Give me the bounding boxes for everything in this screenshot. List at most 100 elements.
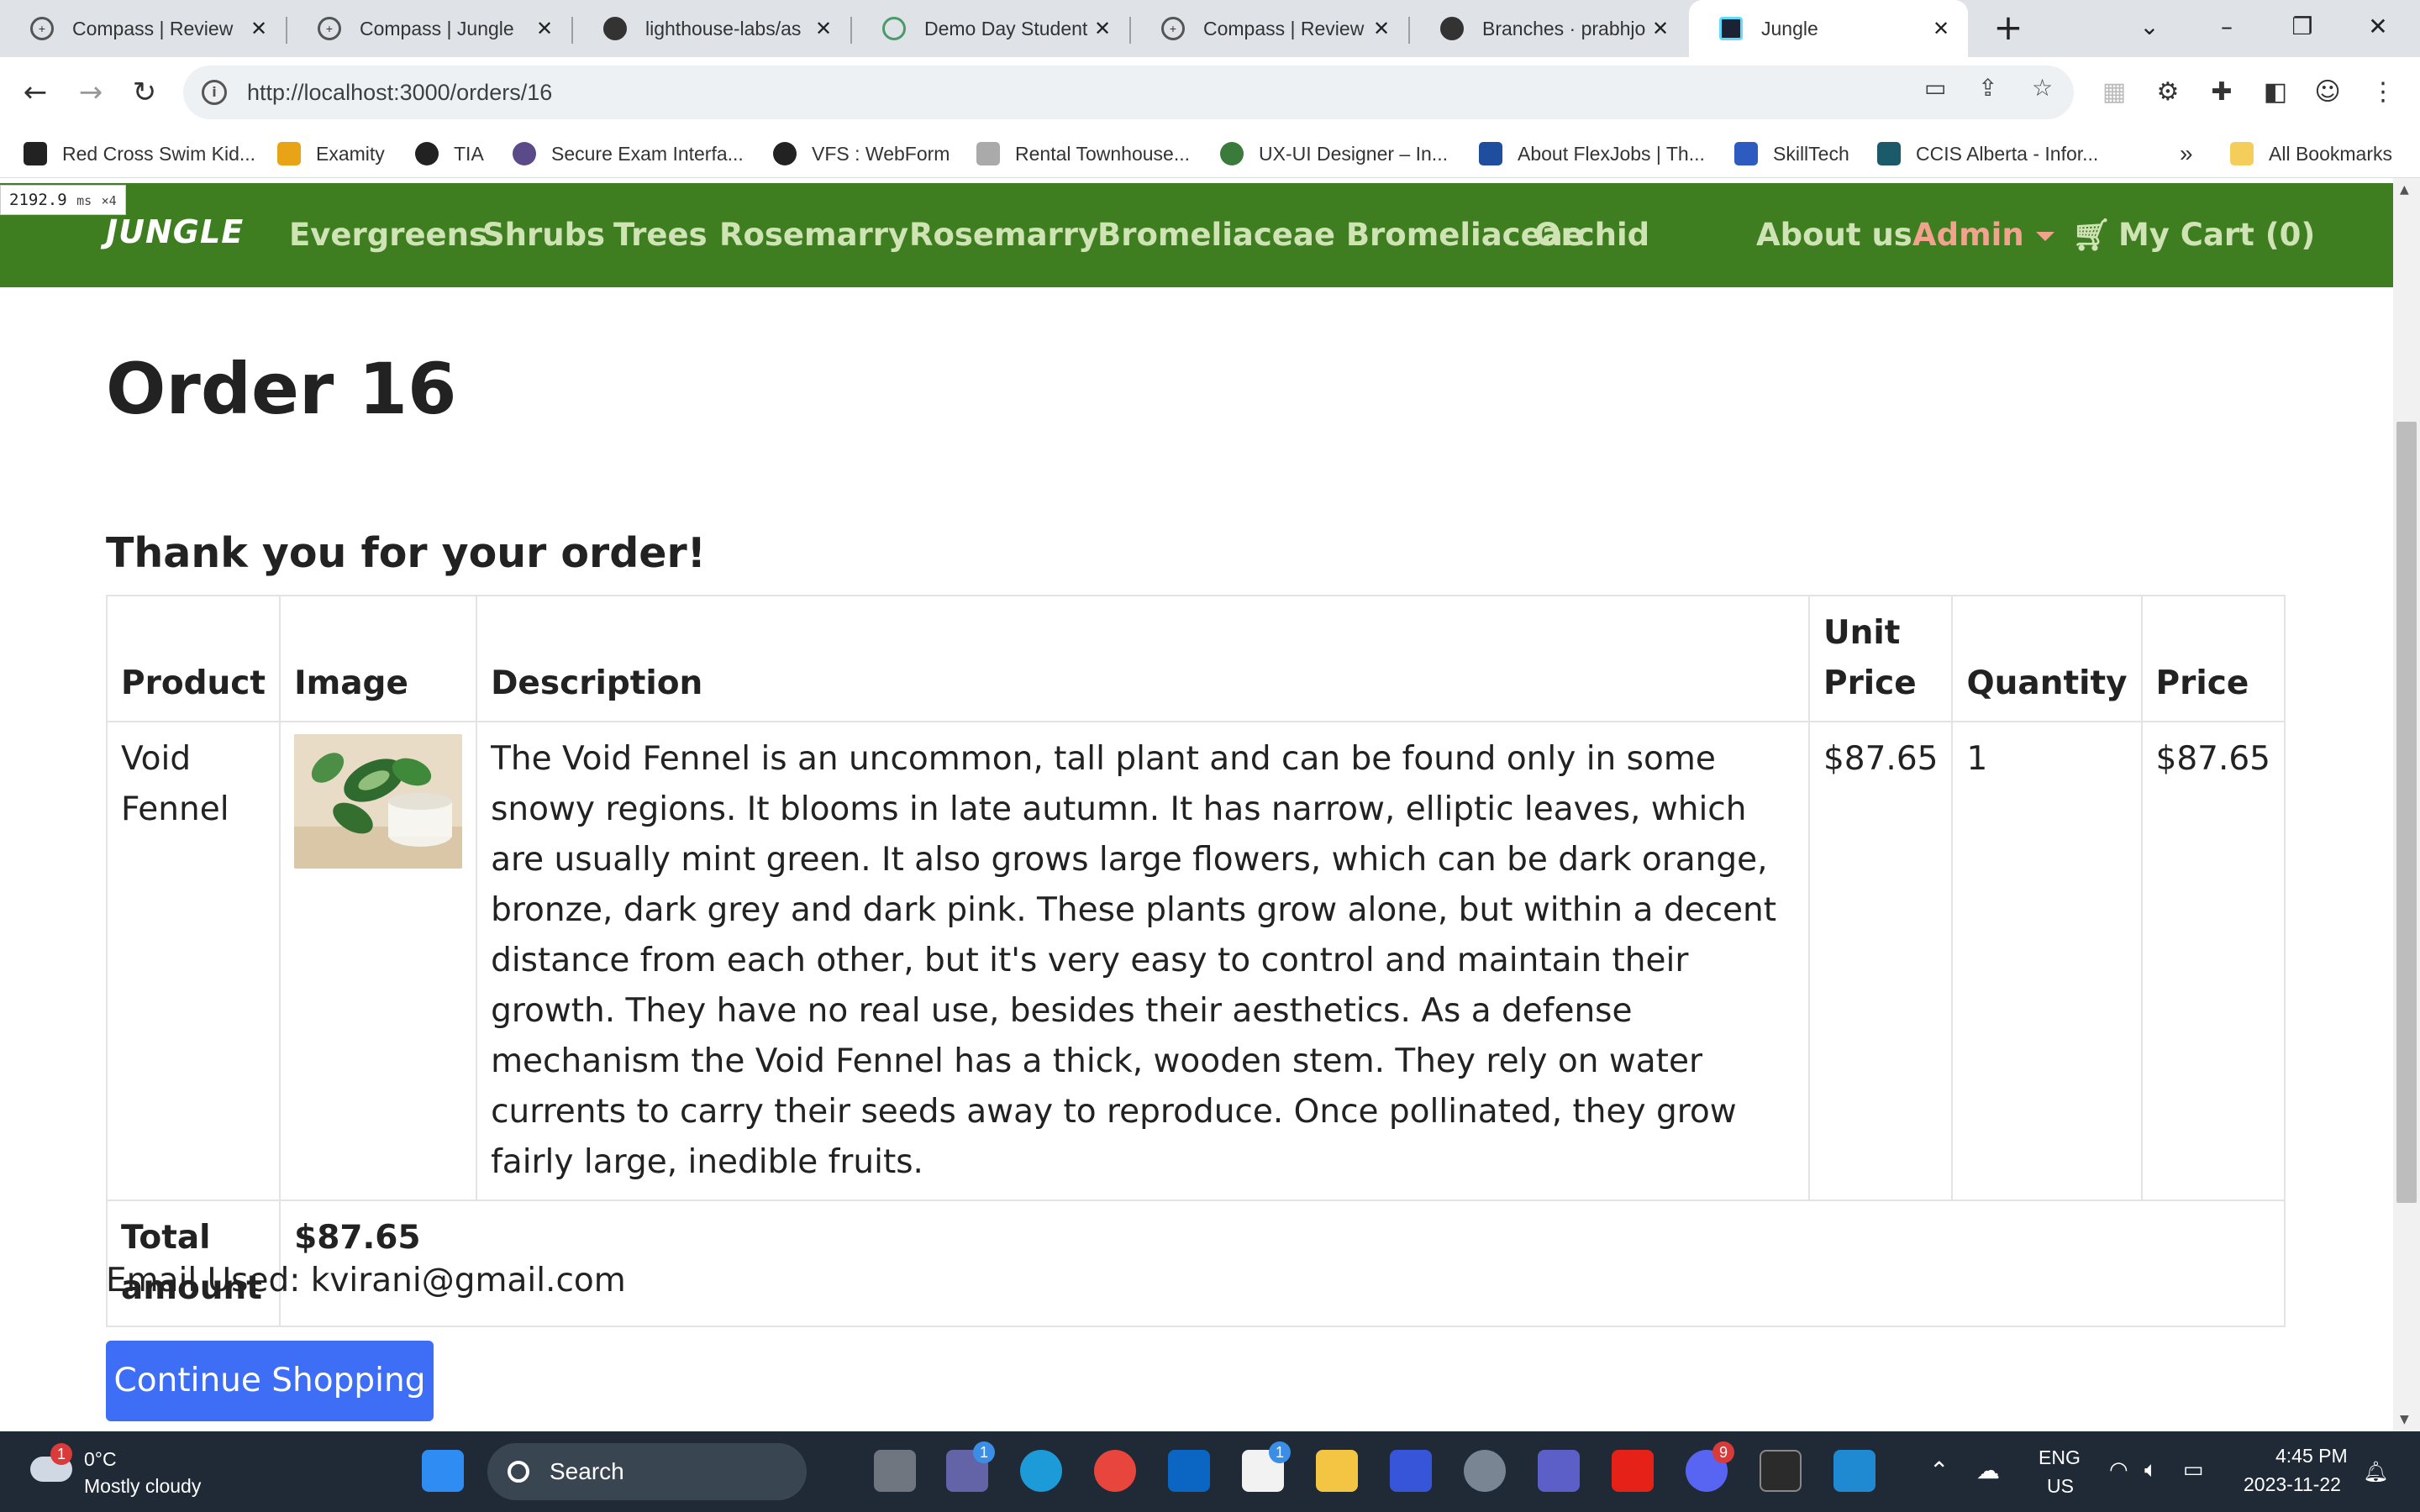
minimize-button[interactable]: – <box>2202 8 2252 45</box>
page-scrollbar[interactable]: ▲ ▼ <box>2393 178 2420 1431</box>
bookmark-item[interactable]: UX-UI Designer – In... <box>1220 139 1448 168</box>
nav-link-bromeliaceae[interactable]: Bromeliaceae Bromeliaceae <box>1097 217 1584 253</box>
browser-tab[interactable]: + Compass | Review ✕ <box>1131 0 1408 57</box>
linkedin-icon[interactable] <box>1168 1450 1210 1492</box>
email-used-text: Email Used: kvirani@gmail.com <box>106 1262 626 1299</box>
close-tab-icon[interactable]: ✕ <box>534 17 555 41</box>
close-tab-icon[interactable]: ✕ <box>1931 17 1951 41</box>
close-tab-icon[interactable]: ✕ <box>1092 17 1113 41</box>
bookmark-item[interactable]: Red Cross Swim Kid... <box>24 139 255 168</box>
bookmark-item[interactable]: TIA <box>415 139 484 168</box>
bookmark-star-icon[interactable]: ☆ <box>2032 74 2053 102</box>
nav-link-rosemarry[interactable]: Rosemarry <box>719 217 908 253</box>
nav-link-trees[interactable]: Trees <box>613 217 708 253</box>
table-header-row: Product Image Description Unit Price Qua… <box>105 595 2286 722</box>
volume-icon[interactable]: 🔈︎ <box>2144 1457 2158 1483</box>
temperature: 0°C <box>84 1448 117 1470</box>
reload-button[interactable]: ↻ <box>124 72 165 113</box>
start-windows-icon[interactable] <box>422 1450 464 1492</box>
perf-time: 2192.9 <box>9 191 67 209</box>
clock-time[interactable]: 4:45 PM <box>2275 1445 2348 1467</box>
extensions-puzzle-icon[interactable]: ✚ <box>2207 77 2237 108</box>
site-navbar: JUNGLE Evergreens Shrubs Trees Rosemarry… <box>0 183 2393 287</box>
taskbar-search-box[interactable]: Search <box>487 1443 807 1500</box>
forward-button[interactable]: → <box>71 72 111 113</box>
site-info-icon[interactable]: i <box>202 80 227 105</box>
bookmark-item[interactable]: Secure Exam Interfa... <box>513 139 744 168</box>
close-tab-icon[interactable]: ✕ <box>1650 17 1670 41</box>
edge-browser-icon[interactable] <box>1020 1450 1062 1492</box>
bookmark-item[interactable]: CCIS Alberta - Infor... <box>1877 139 2098 168</box>
youtube-icon[interactable] <box>1612 1450 1654 1492</box>
side-panel-icon[interactable]: ◧ <box>2260 77 2291 108</box>
extension-gear-icon[interactable]: ⚙ <box>2153 77 2183 108</box>
tray-overflow-chevron-icon[interactable]: ⌃ <box>1929 1457 1949 1484</box>
teams-icon[interactable] <box>1538 1450 1580 1492</box>
site-brand-logo[interactable]: JUNGLE <box>106 213 244 250</box>
back-button[interactable]: ← <box>15 72 55 113</box>
notification-bell-icon[interactable]: 🔔︎ <box>2363 1460 2388 1484</box>
bookmark-item[interactable]: About FlexJobs | Th... <box>1479 139 1705 168</box>
nav-link-evergreens[interactable]: Evergreens <box>289 217 487 253</box>
close-window-button[interactable]: ✕ <box>2353 8 2403 45</box>
close-tab-icon[interactable]: ✕ <box>249 17 269 41</box>
wifi-icon[interactable]: ◠ <box>2109 1457 2128 1483</box>
cart-link[interactable]: 🛒︎ My Cart (0) <box>2072 217 2315 254</box>
tab-title: Compass | Jungle <box>360 17 514 39</box>
cell-description: The Void Fennel is an uncommon, tall pla… <box>476 721 1810 1201</box>
bookmark-item[interactable]: Examity <box>277 139 385 168</box>
battery-icon[interactable]: ▭ <box>2183 1457 2204 1483</box>
bookmark-favicon <box>976 142 1000 165</box>
browser-tab[interactable]: Demo Day Student ✕ <box>852 0 1129 57</box>
weather-widget[interactable]: 1 0°C Mostly cloudy <box>25 1443 227 1502</box>
nav-link-shrubs[interactable]: Shrubs <box>482 217 605 253</box>
chrome-browser-icon[interactable] <box>1094 1450 1136 1492</box>
admin-dropdown[interactable]: Admin <box>1912 217 2054 253</box>
bookmarks-overflow-button[interactable]: » <box>2180 139 2193 168</box>
task-view-icon[interactable] <box>874 1450 916 1492</box>
nav-link-rosemarry-2[interactable]: Rosemarry <box>909 217 1098 253</box>
nav-link-orchid[interactable]: Orchid <box>1534 217 1649 253</box>
bookmark-item[interactable]: VFS : WebForm <box>773 139 950 168</box>
address-bar[interactable]: i http://localhost:3000/orders/16 <box>183 66 2074 119</box>
browser-tab[interactable]: + Compass | Jungle ✕ <box>287 0 571 57</box>
continue-shopping-button[interactable]: Continue Shopping <box>106 1341 434 1421</box>
teams-chat-icon[interactable]: 1 <box>946 1441 995 1492</box>
scrollbar-thumb[interactable] <box>2396 422 2417 1203</box>
browser-tab[interactable]: + Compass | Review ✕ <box>0 0 286 57</box>
scroll-down-arrow-icon[interactable]: ▼ <box>2400 1413 2409 1426</box>
tab-title: Jungle <box>1761 17 1818 39</box>
language-top[interactable]: ENG <box>2039 1446 2081 1469</box>
microsoft-store-icon[interactable]: 1 <box>1242 1441 1291 1492</box>
browser-tab[interactable]: lighthouse-labs/as ✕ <box>573 0 850 57</box>
close-tab-icon[interactable]: ✕ <box>813 17 834 41</box>
tab-search-icon[interactable]: ⌄ <box>2124 8 2175 45</box>
clock-date[interactable]: 2023-11-22 <box>2244 1473 2341 1496</box>
new-tab-button[interactable]: + <box>1987 7 2029 49</box>
onedrive-cloud-icon[interactable]: ☁ <box>1976 1457 2000 1484</box>
profile-avatar[interactable]: ☺ <box>2312 77 2343 108</box>
terminal-icon[interactable] <box>1760 1450 1802 1492</box>
settings-gear-icon[interactable] <box>1464 1450 1506 1492</box>
close-tab-icon[interactable]: ✕ <box>1371 17 1392 41</box>
file-explorer-icon[interactable] <box>1316 1450 1358 1492</box>
discord-icon[interactable]: 9 <box>1686 1441 1734 1492</box>
browser-tab-active[interactable]: Jungle ✕ <box>1689 0 1968 57</box>
bookmark-favicon <box>1479 142 1502 165</box>
scroll-up-arrow-icon[interactable]: ▲ <box>2400 183 2409 197</box>
table-row: Void Fennel The Void Fennel is an uncomm… <box>105 721 2286 1201</box>
reader-mode-icon[interactable]: ▭ <box>1924 74 1946 102</box>
restore-button[interactable]: ❐ <box>2277 8 2328 45</box>
share-icon[interactable]: ⇪ <box>1978 74 1997 102</box>
vscode-icon[interactable] <box>1833 1450 1876 1492</box>
browser-tab[interactable]: Branches · prabhjo ✕ <box>1410 0 1687 57</box>
app-icon[interactable] <box>1390 1450 1432 1492</box>
bookmark-item[interactable]: SkillTech <box>1734 139 1849 168</box>
bookmark-item[interactable]: Rental Townhouse... <box>976 139 1190 168</box>
col-header-unit-price: Unit Price <box>1807 595 1954 722</box>
extension-icon[interactable]: ▦ <box>2099 77 2129 108</box>
nav-link-about[interactable]: About us <box>1756 217 1912 253</box>
all-bookmarks-button[interactable]: All Bookmarks <box>2230 139 2392 168</box>
language-bottom[interactable]: US <box>2047 1475 2074 1498</box>
browser-menu-icon[interactable]: ⋮ <box>2368 77 2398 108</box>
